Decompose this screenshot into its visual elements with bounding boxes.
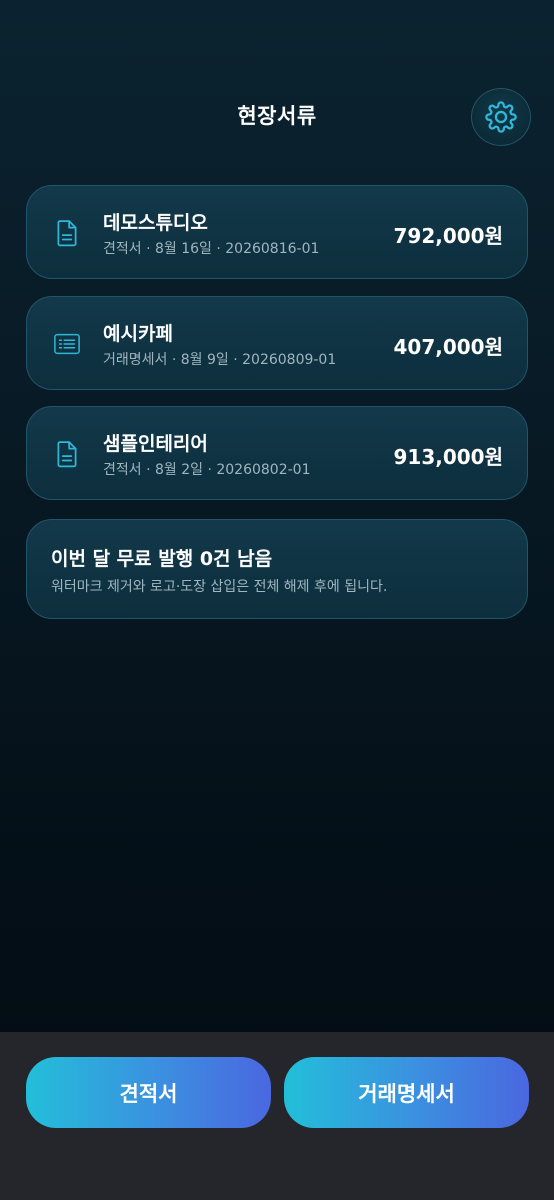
new-statement-button[interactable]: 거래명세서 [284,1057,529,1128]
document-amount: 792,000원 [393,224,504,248]
document-card[interactable]: 샘플인테리어 견적서 · 8월 2일 · 20260802-01 913,000… [26,406,528,500]
document-amount: 407,000원 [393,335,504,359]
header: 현장서류 [0,86,554,146]
document-card[interactable]: 예시카페 거래명세서 · 8월 9일 · 20260809-01 407,000… [26,296,528,390]
notice-subtitle: 워터마크 제거와 로고·도장 삽입은 전체 해제 후에 됩니다. [51,579,388,595]
client-name: 데모스튜디오 [103,212,208,234]
document-card[interactable]: 데모스튜디오 견적서 · 8월 16일 · 20260816-01 792,00… [26,185,528,279]
document-icon [53,219,81,247]
client-name: 예시카페 [103,323,173,345]
document-amount: 913,000원 [393,445,504,469]
new-quote-button[interactable]: 견적서 [26,1057,271,1128]
client-name: 샘플인테리어 [103,433,208,455]
settings-button[interactable] [471,88,531,146]
document-icon [53,440,81,468]
document-meta: 견적서 · 8월 2일 · 20260802-01 [103,462,311,478]
gear-icon [485,101,517,133]
receipt-list-icon [53,330,81,358]
free-quota-notice[interactable]: 이번 달 무료 발행 0건 남음 워터마크 제거와 로고·도장 삽입은 전체 해… [26,519,528,619]
bottom-action-bar: 견적서 거래명세서 [0,1032,554,1200]
document-meta: 거래명세서 · 8월 9일 · 20260809-01 [103,352,337,368]
document-meta: 견적서 · 8월 16일 · 20260816-01 [103,241,320,257]
notice-title: 이번 달 무료 발행 0건 남음 [51,548,273,570]
